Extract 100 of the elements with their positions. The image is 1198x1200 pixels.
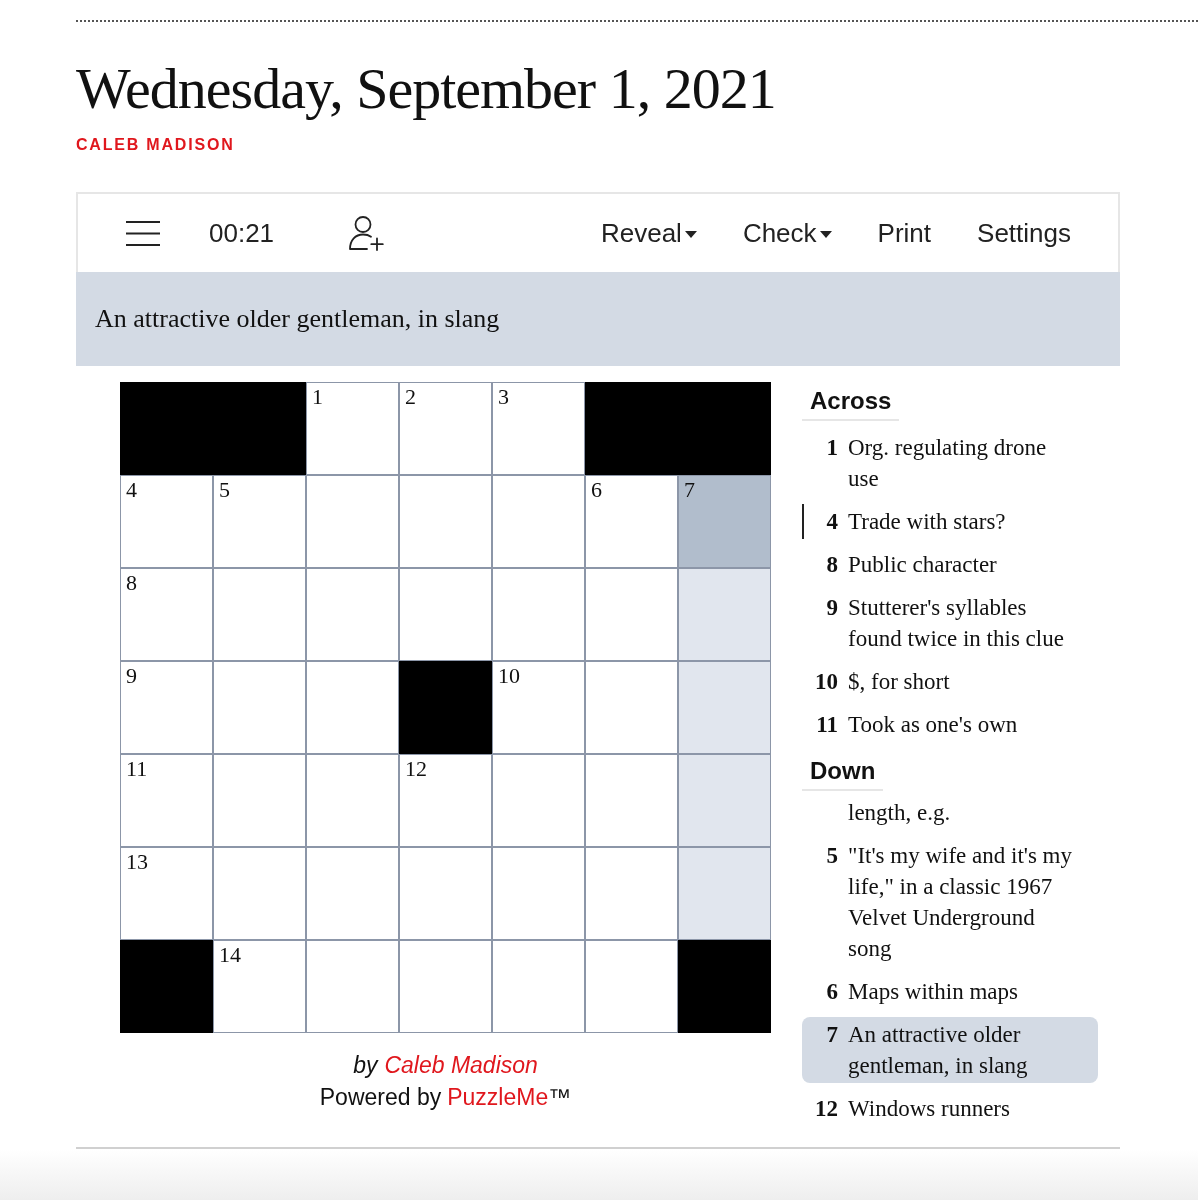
grid-cell[interactable] (492, 940, 585, 1033)
grid-cell[interactable]: 11 (120, 754, 213, 847)
timer: 00:21 (209, 217, 275, 249)
clue-text: Trade with stars? (848, 508, 1007, 536)
clue-item[interactable]: 7 An attractive older gentleman, in slang (802, 1017, 1098, 1083)
grid-cell[interactable] (306, 475, 399, 568)
grid-cell[interactable] (678, 568, 771, 661)
grid-cell[interactable] (492, 568, 585, 661)
grid-cell[interactable] (306, 847, 399, 940)
clue-list-heading: Down (802, 752, 884, 791)
grid-cell[interactable] (678, 754, 771, 847)
grid-cell[interactable] (399, 940, 492, 1033)
grid-cell[interactable] (213, 661, 306, 754)
clue-item[interactable]: 4 Trade with stars? (802, 504, 1098, 539)
trademark-symbol: ™ (548, 1083, 572, 1112)
clue-item[interactable]: 5 "It's my wife and it's my life," in a classic 1967 Velvet Underground song (802, 838, 1098, 966)
grid-cell[interactable]: 13 (120, 847, 213, 940)
clue-text: Org. regulating drone use (848, 434, 1048, 493)
cell-number: 8 (126, 571, 137, 595)
clue-number: 6 (826, 979, 838, 1004)
cell-number: 12 (405, 757, 427, 781)
cell-number: 6 (591, 478, 602, 502)
caret-icon (819, 230, 832, 238)
cell-number: 3 (498, 385, 509, 409)
cell-number: 1 (312, 385, 323, 409)
clue-list-heading: Across (802, 382, 900, 421)
grid-cell[interactable]: 10 (492, 661, 585, 754)
grid-cell[interactable]: 9 (120, 661, 213, 754)
clue-item[interactable]: 11 Took as one's own (802, 707, 1098, 742)
menu-icon[interactable] (126, 220, 160, 246)
grid-cell[interactable] (306, 661, 399, 754)
clue-text: Windows runners (848, 1095, 1011, 1123)
clue-text: length, e.g. (848, 799, 952, 827)
clue-number: 10 (815, 669, 838, 694)
toolbar-button[interactable]: Settings (954, 209, 1094, 257)
toolbar-button[interactable]: Reveal (577, 209, 720, 257)
clue-item[interactable]: 8 Public character (802, 547, 1098, 582)
add-user-icon[interactable] (348, 215, 385, 251)
grid-cell[interactable]: 12 (399, 754, 492, 847)
byline-prefix: by (353, 1051, 378, 1080)
cell-number: 13 (126, 850, 148, 874)
grid-cell[interactable] (213, 568, 306, 661)
clue-number: 1 (826, 435, 838, 460)
clue-item[interactable]: 12 Windows runners (802, 1091, 1098, 1126)
grid-cell[interactable]: 3 (492, 382, 585, 475)
author-name: CALEB MADISON (76, 135, 235, 155)
clue-number: 12 (815, 1096, 838, 1121)
clue-number: 4 (826, 509, 838, 534)
clue-number: 7 (826, 1022, 838, 1047)
grid-cell[interactable] (585, 568, 678, 661)
grid-cell[interactable] (585, 940, 678, 1033)
grid-cell[interactable]: 14 (213, 940, 306, 1033)
puzzle-date: Wednesday, September 1, 2021 (76, 56, 776, 122)
grid-cell[interactable] (213, 847, 306, 940)
clue-item[interactable]: 1 Org. regulating drone use (802, 430, 1098, 496)
toolbar-button[interactable]: Print (854, 209, 955, 257)
clue-item[interactable]: 6 Maps within maps (802, 974, 1098, 1009)
grid-cell[interactable]: 1 (306, 382, 399, 475)
grid-cell[interactable] (306, 754, 399, 847)
clue-text: Stutterer's syllables found twice in this clue (848, 594, 1065, 653)
grid-cell[interactable]: 4 (120, 475, 213, 568)
grid-cell[interactable] (678, 661, 771, 754)
cell-number: 14 (219, 943, 241, 967)
grid-cell[interactable] (306, 568, 399, 661)
clue-text: "It's my wife and it's my life," in a classic 1967 Velvet Underground song (848, 842, 1073, 963)
cell-number: 7 (684, 478, 695, 502)
grid-cell[interactable]: 8 (120, 568, 213, 661)
clue-item[interactable]: length, e.g. (802, 795, 1098, 830)
grid-cell[interactable]: 6 (585, 475, 678, 568)
grid-cell[interactable] (492, 475, 585, 568)
cell-number: 9 (126, 664, 137, 688)
grid-cell[interactable] (678, 847, 771, 940)
grid-cell[interactable] (585, 754, 678, 847)
author-link[interactable]: Caleb Madison (384, 1049, 538, 1081)
clue-item[interactable]: 9 Stutterer's syllables found twice in this clue (802, 590, 1098, 656)
grid-cell[interactable]: 2 (399, 382, 492, 475)
cell-number: 10 (498, 664, 520, 688)
grid-cell[interactable] (585, 661, 678, 754)
grid-cell[interactable]: 7 (678, 475, 771, 568)
caret-icon (684, 230, 697, 238)
powered-by-text: Powered by (319, 1083, 442, 1112)
grid-cell[interactable]: 5 (213, 475, 306, 568)
toolbar-button[interactable]: Check (719, 209, 855, 257)
clue-number: 11 (816, 712, 838, 737)
clue-text: $, for short (848, 668, 951, 696)
grid-cell[interactable] (399, 475, 492, 568)
grid-cell[interactable] (492, 754, 585, 847)
grid-cell[interactable] (213, 754, 306, 847)
cell-number: 2 (405, 385, 416, 409)
clue-item[interactable]: 10 $, for short (802, 664, 1098, 699)
grid-cell[interactable] (585, 847, 678, 940)
clue-text: Took as one's own (848, 711, 1019, 739)
grid-cell[interactable] (399, 568, 492, 661)
grid-cell[interactable] (399, 847, 492, 940)
clue-number: 5 (826, 843, 838, 868)
grid-cell[interactable] (306, 940, 399, 1033)
cell-number: 5 (219, 478, 230, 502)
brand-link[interactable]: PuzzleMe (447, 1081, 549, 1113)
grid-cell[interactable] (492, 847, 585, 940)
current-clue-text: An attractive older gentleman, in slang (95, 303, 500, 335)
